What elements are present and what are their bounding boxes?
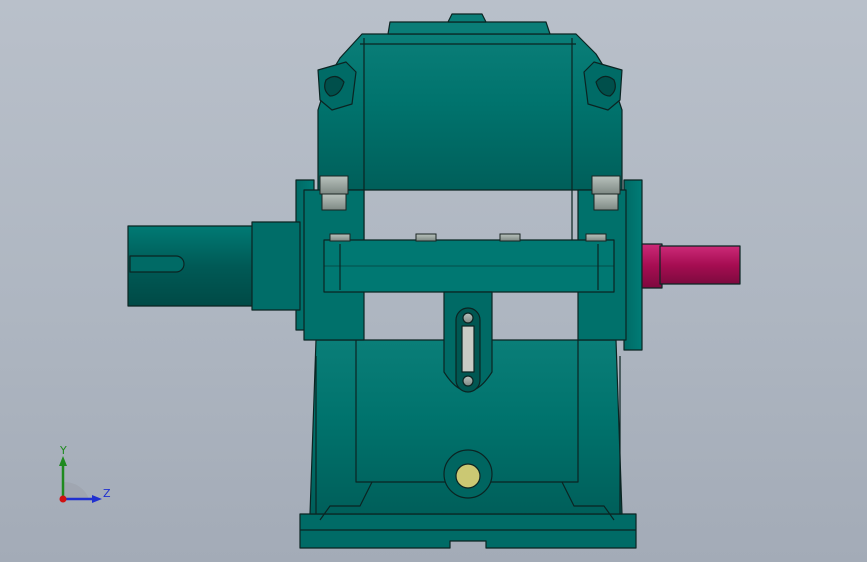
bolt-right-upper <box>591 175 621 195</box>
flange-bolt-2 <box>415 233 437 242</box>
orientation-triad: Y Z <box>59 444 111 503</box>
flange-bolt-1 <box>329 233 351 242</box>
flange-bolt-3 <box>499 233 521 242</box>
input-shaft-keyway <box>129 255 185 273</box>
bolt-left-lower <box>321 193 347 211</box>
triad-origin <box>59 495 67 503</box>
triad-arc <box>63 481 89 499</box>
output-shaft <box>659 245 741 285</box>
input-shaft-collar <box>251 221 301 311</box>
bolt-left-upper <box>319 175 349 195</box>
breather-plug <box>447 13 487 23</box>
gearbox-3d-model[interactable] <box>0 0 867 562</box>
right-bearing-flange <box>623 179 643 351</box>
output-shaft-collar <box>641 243 663 289</box>
flange-bolt-4 <box>585 233 607 242</box>
cad-graphics-viewport[interactable]: Y Z <box>0 0 867 562</box>
oil-level-glass <box>461 325 475 373</box>
base-plinth <box>299 513 637 549</box>
triad-y-label: Y <box>59 444 67 457</box>
bolt-right-lower <box>593 193 619 211</box>
top-cover <box>387 21 551 35</box>
triad-z-label: Z <box>103 487 111 500</box>
drain-plug <box>455 463 481 489</box>
